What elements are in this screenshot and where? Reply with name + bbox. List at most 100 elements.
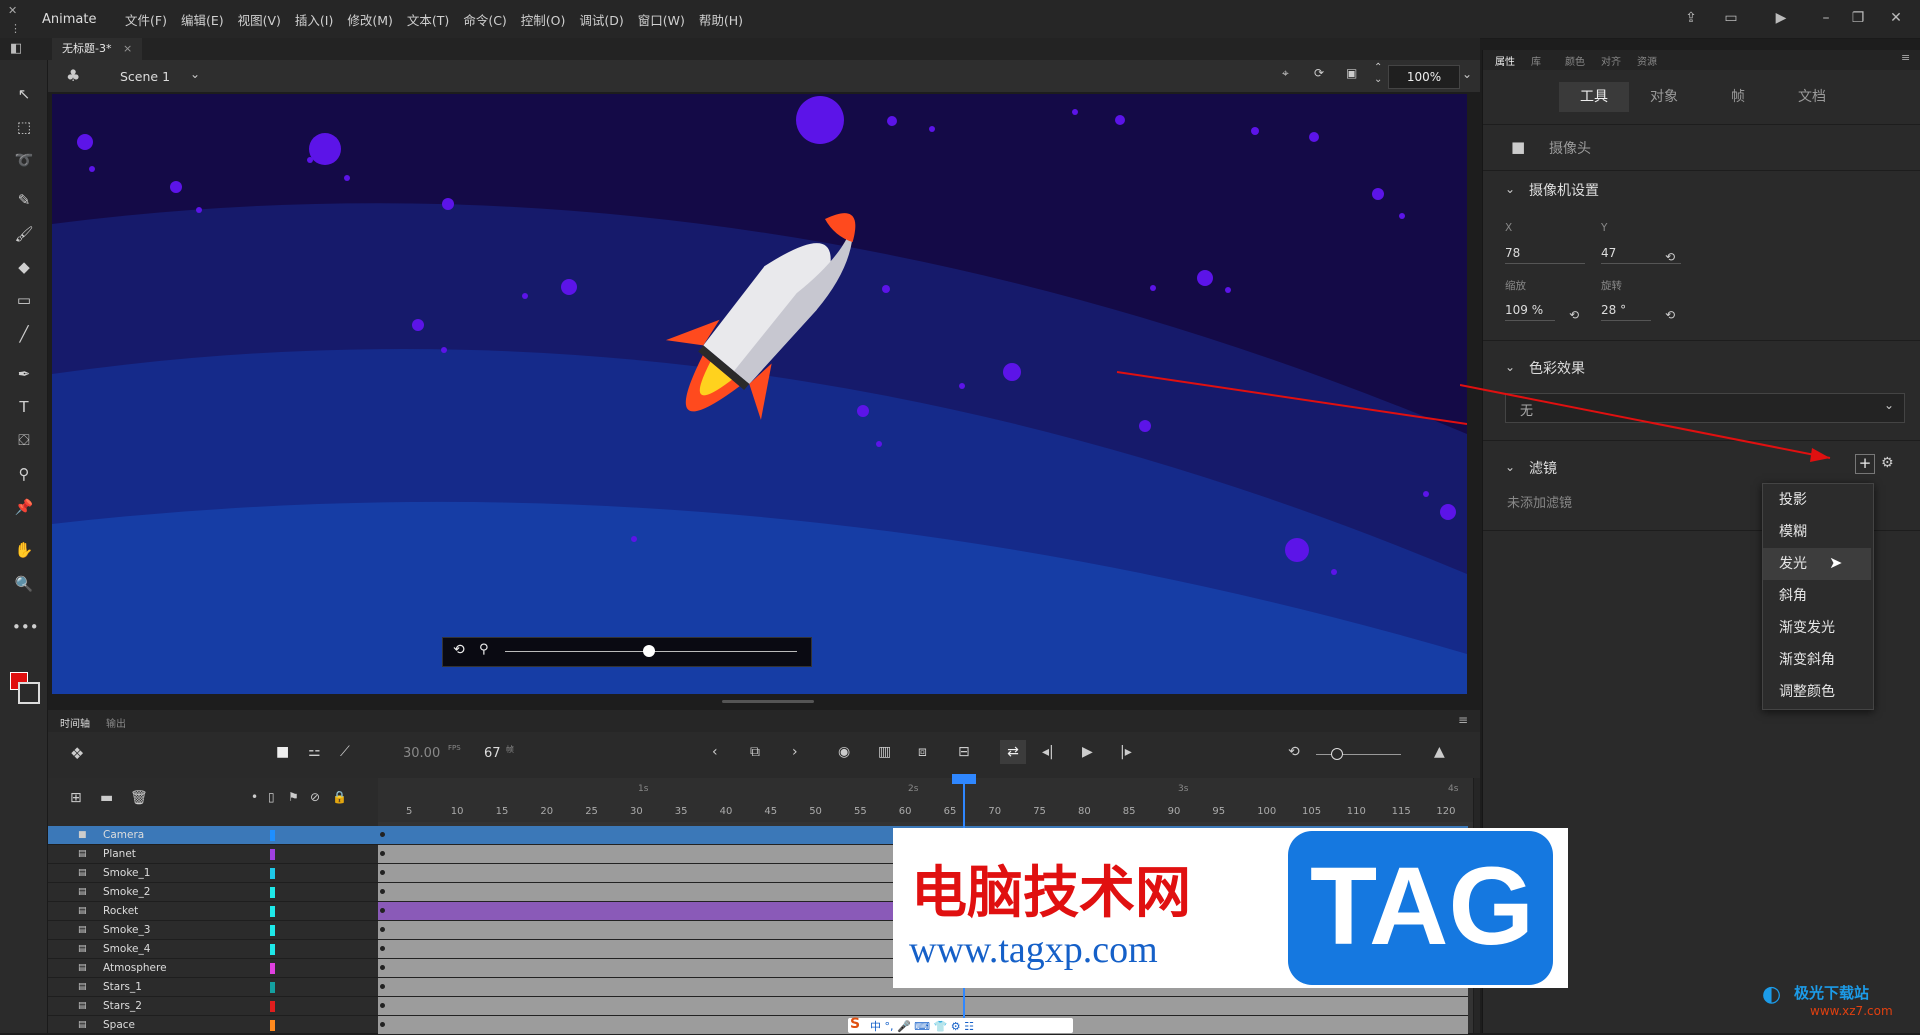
library-tab[interactable]: 库 [1531,53,1541,68]
filter-bevel[interactable]: 斜角 [1763,580,1871,612]
highlight-icon[interactable]: • [251,790,258,804]
close-icon[interactable]: ✕ [1885,8,1907,28]
center-stage-icon[interactable]: ⌖ [1282,66,1289,81]
menu-text[interactable]: 文本(T) [407,10,449,29]
step-back-icon[interactable]: ◂| [1042,744,1054,760]
classic-tween-icon[interactable]: ⊟ [958,744,970,760]
keyframe[interactable] [380,1003,385,1008]
panel-menu-icon[interactable]: ≡ [1901,51,1910,64]
menu-view[interactable]: 视图(V) [238,10,281,29]
timeline-zoom-handle[interactable] [1331,748,1343,760]
frame-row[interactable] [378,997,1468,1016]
motion-tween-icon[interactable]: ⧈ [918,744,927,760]
share-icon[interactable]: ⇪ [1680,8,1702,28]
selection-tool-icon[interactable]: ↖ [12,82,36,106]
layer-name[interactable]: Smoke_2 [103,883,150,901]
camera-reset-icon[interactable]: ⟲ [453,642,465,658]
layer-name[interactable]: Smoke_4 [103,940,150,958]
delete-layer-icon[interactable]: 🗑 [130,790,148,806]
lasso-tool-icon[interactable]: ➰ [12,148,36,172]
filter-blur[interactable]: 模糊 [1763,516,1871,548]
layer-color-swatch[interactable] [270,982,275,993]
menu-window[interactable]: 窗口(W) [638,10,685,29]
restore-icon[interactable]: ❐ [1847,8,1869,28]
layer-row[interactable]: ▤ Stars_2 [48,997,378,1016]
layer-name[interactable]: Stars_1 [103,978,142,996]
menu-debug[interactable]: 调试(D) [579,10,623,29]
layer-row[interactable]: ▤ Smoke_2 [48,883,378,902]
fill-color-swatch[interactable] [18,682,40,704]
filter-settings-gear-icon[interactable]: ⚙ [1881,455,1894,471]
scene-icon[interactable]: ♣ [66,66,80,85]
workspace-icon[interactable]: ⋮ [10,22,21,35]
layer-name[interactable]: Rocket [103,902,138,920]
ime-logo-icon[interactable]: S [850,1016,860,1032]
reset-position-icon[interactable]: ⟲ [1665,250,1675,264]
layer-color-swatch[interactable] [270,887,275,898]
menu-file[interactable]: 文件(F) [125,10,167,29]
rotation-field[interactable]: 28 ° [1601,303,1651,321]
zoom-stepper-icon[interactable]: ⌃ ⌄ [1374,62,1382,86]
x-field[interactable]: 78 [1505,246,1585,264]
keyframe[interactable] [380,889,385,894]
new-layer-icon[interactable]: ⊞ [70,790,82,806]
layer-color-swatch[interactable] [270,1001,275,1012]
ime-icons[interactable]: 中 °, 🎤 ⌨ 👕 ⚙ ☷ [870,1018,974,1034]
edit-multiple-frames-icon[interactable]: ▥ [878,744,891,760]
fit-timeline-icon[interactable]: ▲ [1434,744,1445,760]
eyedropper-icon[interactable]: ⚲ [12,462,36,486]
camera-attach-icon[interactable]: ⚑ [288,790,299,804]
camera-zoom-slider-handle[interactable] [643,645,655,657]
minimize-icon[interactable]: – [1815,8,1837,28]
loop-icon[interactable]: ⇄ [1000,740,1026,764]
free-transform-tool-icon[interactable]: ⬚ [12,115,36,139]
keyframe[interactable] [380,927,385,932]
rotation-icon[interactable]: ⟳ [1314,66,1324,80]
reset-scale-icon[interactable]: ⟲ [1569,308,1579,322]
close-tab-icon[interactable]: × [123,42,132,55]
rectangle-tool-icon[interactable]: ▭ [12,288,36,312]
properties-tab[interactable]: 属性 [1495,53,1515,68]
layer-color-swatch[interactable] [270,849,275,860]
fps-value[interactable]: 30.00 [403,746,440,761]
tab-object[interactable]: 对象 [1629,82,1699,112]
stage-canvas[interactable]: ⟲ ⚲ [52,94,1467,694]
lock-icon[interactable]: 🔒 [332,790,347,804]
layer-name[interactable]: Space [103,1016,135,1034]
filter-drop-shadow[interactable]: 投影 [1763,484,1871,516]
layer-color-swatch[interactable] [270,906,275,917]
keyframe[interactable] [380,870,385,875]
step-forward-icon[interactable]: |▸ [1120,744,1132,760]
filter-adjust-color[interactable]: 调整颜色 [1763,676,1871,708]
chevron-down-icon[interactable]: ⌄ [1505,182,1515,196]
layer-name[interactable]: Planet [103,845,136,863]
outline-icon[interactable]: ▯ [268,790,275,804]
more-tools-icon[interactable]: ••• [12,615,39,639]
keyframe[interactable] [380,908,385,913]
current-frame-value[interactable]: 67 [484,746,501,761]
keyframe[interactable] [380,851,385,856]
color-tab[interactable]: 颜色 [1565,53,1585,68]
layer-row[interactable]: ■ Camera [48,826,378,845]
zoom-field[interactable]: 100% [1388,65,1460,89]
document-tab[interactable]: 无标题-3* × [52,38,143,60]
camera-icon[interactable]: ■ [276,744,289,760]
output-tab[interactable]: 输出 [106,715,126,730]
layer-row[interactable]: ▤ Smoke_4 [48,940,378,959]
assets-tab[interactable]: 资源 [1637,53,1657,68]
keyframe[interactable] [380,965,385,970]
insert-keyframe-icon[interactable]: ⧉ [750,744,760,760]
zoom-chevron-down-icon[interactable]: ⌄ [1462,67,1472,81]
menu-edit[interactable]: 编辑(E) [181,10,224,29]
undo-zoom-icon[interactable]: ⟲ [1288,744,1300,760]
layer-color-swatch[interactable] [270,868,275,879]
keyframe[interactable] [380,1022,385,1027]
next-keyframe-icon[interactable]: › [792,744,798,760]
scale-field[interactable]: 109 % [1505,303,1555,321]
new-folder-icon[interactable]: ▬ [100,790,113,806]
tab-frame[interactable]: 帧 [1703,82,1773,112]
camera-settings-title[interactable]: 摄像机设置 [1529,180,1599,200]
pen-tool-icon[interactable]: ✒ [12,362,36,386]
layer-color-swatch[interactable] [270,963,275,974]
pin-tool-icon[interactable]: 📌 [12,495,36,519]
